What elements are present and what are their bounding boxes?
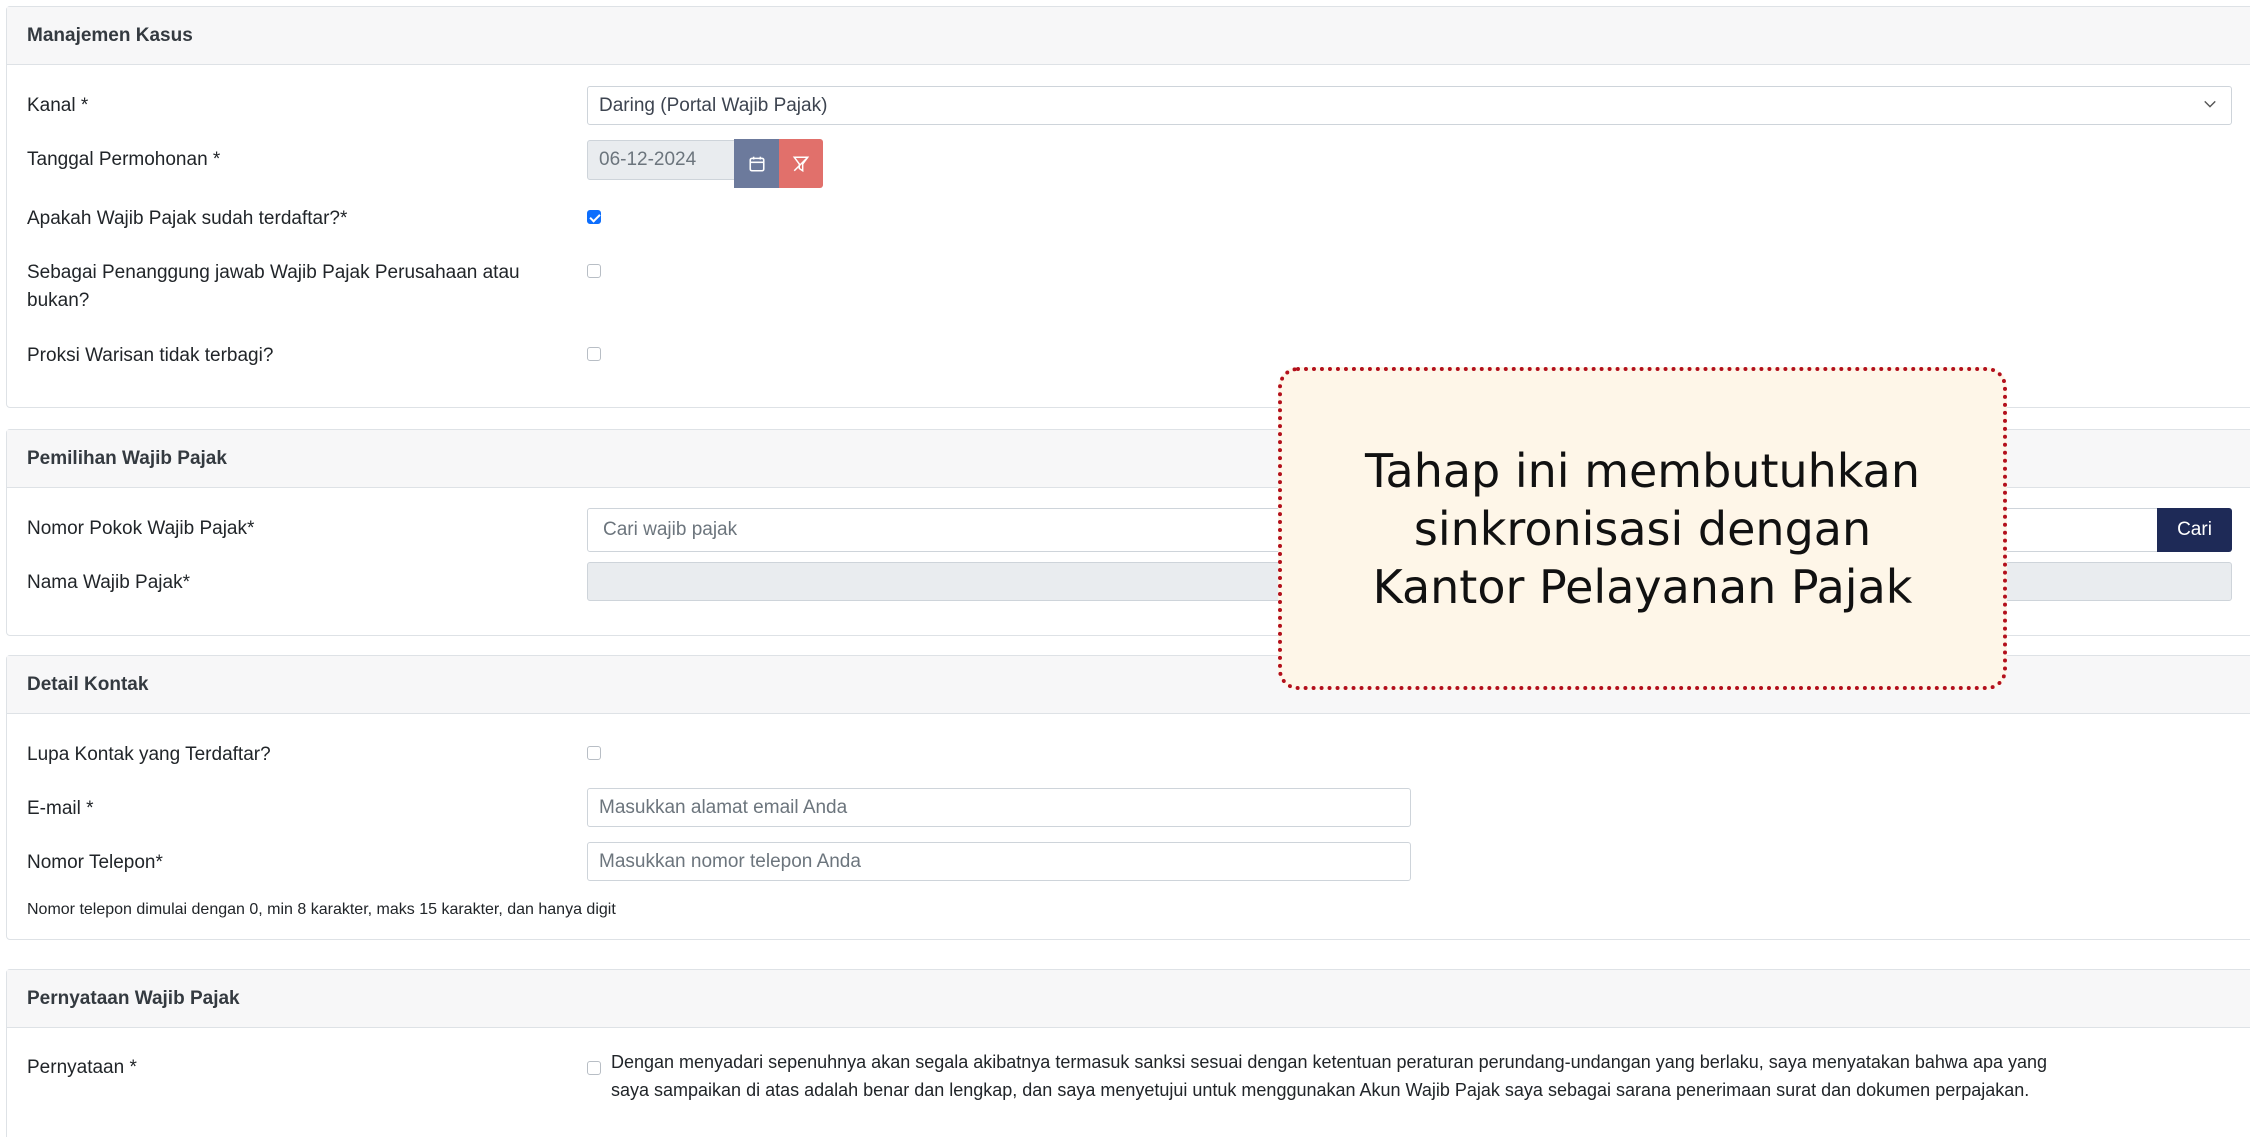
contact-details-title: Detail Kontak [27,673,149,695]
phone-placeholder: Masukkan nomor telepon Anda [599,850,861,872]
taxpayer-name-label: Nama Wajib Pajak* [27,572,190,593]
forgot-contact-label: Lupa Kontak yang Terdaftar? [27,744,271,765]
callout-line-2: sinkronisasi dengan [1413,501,1872,556]
phone-field[interactable]: Masukkan nomor telepon Anda [587,842,1411,881]
case-management-card: Manajemen Kasus Kanal * Daring (Portal W… [6,6,2250,408]
sync-callout: Tahap ini membutuhkan sinkronisasi denga… [1278,367,2007,690]
date-value: 06-12-2024 [599,149,697,170]
callout-line-3: Kantor Pelayanan Pajak [1372,559,1913,614]
phone-label: Nomor Telepon* [27,852,163,873]
channel-select[interactable]: Daring (Portal Wajib Pajak) [587,86,2232,125]
responsible-checkbox[interactable] [587,264,601,278]
statement-title: Pernyataan Wajib Pajak [27,987,240,1009]
statement-text-line-1: Dengan menyadari sepenuhnya akan segala … [611,1052,2048,1072]
clear-date-button[interactable] [779,139,823,188]
statement-text-line-2: saya sampaikan di atas adalah benar dan … [611,1080,2030,1100]
search-button[interactable]: Cari [2157,508,2232,552]
case-management-title: Manajemen Kasus [27,24,193,46]
registered-checkbox[interactable] [587,210,601,224]
inheritance-label: Proksi Warisan tidak terbagi? [27,345,274,366]
channel-select-value: Daring (Portal Wajib Pajak) [599,94,828,116]
email-placeholder: Masukkan alamat email Anda [599,796,848,818]
calendar-icon [748,156,765,172]
forgot-contact-checkbox[interactable] [587,746,601,760]
phone-hint: Nomor telepon dimulai dengan 0, min 8 ka… [27,901,616,918]
statement-header: Pernyataan Wajib Pajak [7,970,2250,1028]
email-field[interactable]: Masukkan alamat email Anda [587,788,1411,827]
channel-label: Kanal * [27,95,89,116]
statement-checkbox[interactable] [587,1061,601,1075]
statement-label: Pernyataan * [27,1057,137,1078]
filter-clear-icon [792,156,810,172]
email-label: E-mail * [27,798,94,819]
responsible-label-line-2: bukan? [27,290,90,311]
calendar-button[interactable] [734,139,779,188]
search-button-label: Cari [2177,519,2212,540]
taxpayer-search-placeholder: Cari wajib pajak [603,519,738,540]
inheritance-checkbox[interactable] [587,347,601,361]
registered-label: Apakah Wajib Pajak sudah terdaftar?* [27,208,348,229]
responsible-label-line-1: Sebagai Penanggung jawab Wajib Pajak Per… [27,262,520,283]
contact-details-card: Detail Kontak Lupa Kontak yang Terdaftar… [6,655,2250,940]
taxpayer-selection-title: Pemilihan Wajib Pajak [27,447,227,469]
date-input[interactable]: 06-12-2024 [587,140,742,180]
statement-card: Pernyataan Wajib Pajak Pernyataan * Deng… [6,969,2250,1137]
case-management-header: Manajemen Kasus [7,7,2250,65]
chevron-down-icon [2204,100,2216,108]
date-label: Tanggal Permohonan * [27,149,221,170]
callout-line-1: Tahap ini membutuhkan [1365,443,1920,498]
npwp-label: Nomor Pokok Wajib Pajak* [27,518,255,539]
